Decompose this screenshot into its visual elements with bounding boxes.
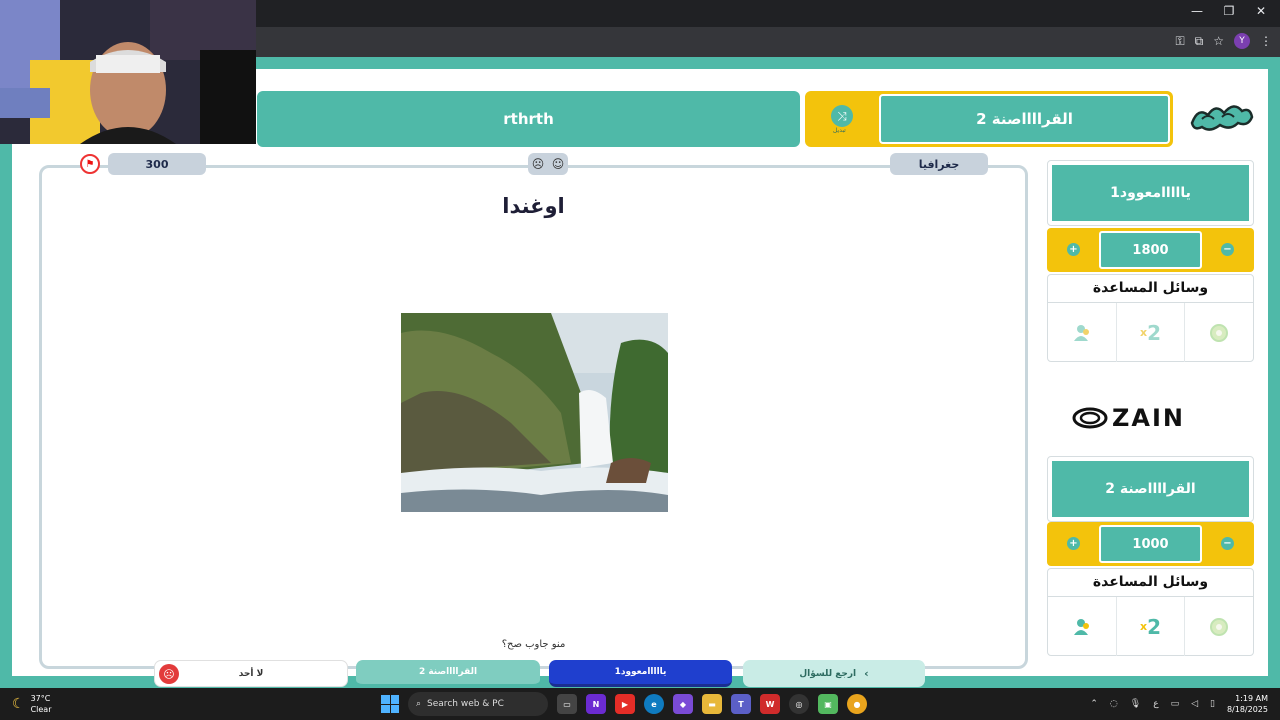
microphone-icon[interactable]: 🎙 xyxy=(1130,699,1141,709)
maximize-button[interactable]: ❐ xyxy=(1220,4,1238,18)
game-board: rthrth ⤨ تبديل القرااااصنة 2 ⚑ 300 ☹ ☺ ج… xyxy=(12,69,1268,687)
swap-label: تبديل xyxy=(833,127,846,134)
points-tag: 300 xyxy=(108,153,206,175)
question-card: ⚑ 300 ☹ ☺ جغرافيا اوغندا منو جاوب صح؟ xyxy=(39,153,1028,669)
search-placeholder: Search web & PC xyxy=(427,699,504,709)
clock-time: 1:19 AM xyxy=(1235,694,1268,703)
close-button[interactable]: ✕ xyxy=(1252,4,1270,18)
team2-name: القرااااصنة 2 xyxy=(1052,461,1249,517)
team2-helps: وسائل المساعدة x2 xyxy=(1047,568,1254,656)
helps-title: وسائل المساعدة xyxy=(1048,275,1253,303)
volume-icon[interactable]: ◁ xyxy=(1191,699,1198,709)
timer-icon[interactable] xyxy=(1184,597,1253,656)
language-indicator[interactable]: ع xyxy=(1153,699,1158,709)
decrease-score-button[interactable]: − xyxy=(1221,537,1234,550)
weather-condition: Clear xyxy=(30,705,52,714)
answer-none-button[interactable]: ☹ لا أحد xyxy=(154,660,348,687)
chat-app-icon[interactable]: ▣ xyxy=(818,694,838,714)
sync-icon[interactable]: ◌ xyxy=(1110,699,1118,709)
network-icon[interactable]: ▭ xyxy=(1171,699,1180,709)
increase-score-button[interactable]: + xyxy=(1067,243,1080,256)
decrease-score-button[interactable]: − xyxy=(1221,243,1234,256)
windows-start-icon[interactable] xyxy=(381,695,399,713)
menu-icon[interactable]: ⋮ xyxy=(1260,34,1272,48)
team-right-banner: ⤨ تبديل القرااااصنة 2 xyxy=(805,91,1173,147)
person-help-icon[interactable] xyxy=(1048,303,1116,362)
zain-logo: ZAIN xyxy=(1072,404,1185,432)
team2-score: 1000 xyxy=(1099,525,1202,563)
taskbar-search[interactable]: ⌕ Search web & PC xyxy=(408,692,548,716)
increase-score-button[interactable]: + xyxy=(1067,537,1080,550)
person-help-icon[interactable] xyxy=(1048,597,1116,656)
team1-score: 1800 xyxy=(1099,231,1202,269)
helps-title: وسائل المساعدة xyxy=(1048,569,1253,597)
file-explorer-icon[interactable]: ▬ xyxy=(702,694,722,714)
copilot-icon[interactable]: ◆ xyxy=(673,694,693,714)
back-label: ارجع للسؤال xyxy=(799,668,857,679)
key-icon[interactable]: ⚿ xyxy=(1176,34,1185,49)
chrome-icon[interactable]: ● xyxy=(847,694,867,714)
obs-icon[interactable]: ◎ xyxy=(789,694,809,714)
chevron-left-icon: ‹ xyxy=(864,667,869,680)
team-left-banner: rthrth xyxy=(257,91,800,147)
windows-taskbar: ☾ 37°C Clear ⌕ Search web & PC ▭ N ▶ e ◆… xyxy=(0,688,1280,720)
cast-icon[interactable]: ⧉ xyxy=(1195,34,1204,49)
clock-date: 8/18/2025 xyxy=(1226,705,1268,714)
team1-score-row: + 1800 − xyxy=(1047,228,1254,272)
nzxt-icon[interactable]: N xyxy=(586,694,606,714)
answer-team1-button[interactable]: يااااامعوود1 xyxy=(549,660,732,687)
question-image-waterfall xyxy=(401,313,668,512)
category-tag: جغرافيا xyxy=(890,153,988,175)
reaction-toggle[interactable]: ☹ ☺ xyxy=(528,153,568,175)
team2-name-card: القرااااصنة 2 xyxy=(1047,456,1254,522)
task-view-icon[interactable]: ▭ xyxy=(557,694,577,714)
teams-icon[interactable]: T xyxy=(731,694,751,714)
report-flag-icon[interactable]: ⚑ xyxy=(80,154,100,174)
chevron-up-icon[interactable]: ⌃ xyxy=(1090,699,1098,709)
taskbar-apps: ⌕ Search web & PC ▭ N ▶ e ◆ ▬ T W ◎ ▣ ● xyxy=(381,692,867,716)
team1-helps: وسائل المساعدة x2 xyxy=(1047,274,1254,362)
clock[interactable]: 1:19 AM 8/18/2025 xyxy=(1227,693,1268,715)
window-controls: — ❐ ✕ xyxy=(1188,4,1270,18)
back-to-question-button[interactable]: ارجع للسؤال ‹ xyxy=(743,660,925,687)
wps-icon[interactable]: W xyxy=(760,694,780,714)
happy-face-icon[interactable]: ☺ xyxy=(552,157,565,171)
sad-face-icon[interactable]: ☹ xyxy=(532,157,545,171)
zain-wordmark: ZAIN xyxy=(1112,404,1185,432)
question-title: اوغندا xyxy=(502,194,565,218)
game-page: rthrth ⤨ تبديل القرااااصنة 2 ⚑ 300 ☹ ☺ ج… xyxy=(0,57,1280,688)
youtube-icon[interactable]: ▶ xyxy=(615,694,635,714)
game-logo xyxy=(1190,105,1254,131)
profile-avatar[interactable]: Y xyxy=(1234,33,1250,49)
search-icon: ⌕ xyxy=(416,699,422,709)
answer-team2-button[interactable]: القرااااصنة 2 xyxy=(356,660,540,687)
battery-icon[interactable]: ▯ xyxy=(1210,699,1215,709)
swap-turn-icon[interactable]: ⤨ xyxy=(831,105,853,127)
sad-face-icon: ☹ xyxy=(159,664,179,684)
who-answered-label: منو جاوب صح؟ xyxy=(501,639,566,650)
system-tray: ⌃ ◌ 🎙 ع ▭ ◁ ▯ 1:19 AM 8/18/2025 xyxy=(1090,693,1268,715)
minimize-button[interactable]: — xyxy=(1188,4,1206,18)
weather-widget[interactable]: ☾ 37°C Clear xyxy=(12,693,51,715)
team2-score-row: + 1000 − xyxy=(1047,522,1254,566)
star-icon[interactable]: ☆ xyxy=(1213,34,1224,48)
timer-icon[interactable] xyxy=(1184,303,1253,362)
moon-icon: ☾ xyxy=(12,695,25,712)
edge-icon[interactable]: e xyxy=(644,694,664,714)
double-icon[interactable]: x2 xyxy=(1115,303,1185,362)
webcam-overlay xyxy=(0,0,256,144)
temperature: 37°C xyxy=(30,694,51,703)
double-icon[interactable]: x2 xyxy=(1115,597,1185,656)
team-right-name: القرااااصنة 2 xyxy=(879,94,1170,144)
answer-none-label: لا أحد xyxy=(238,668,264,679)
team1-name: يااااامعوود1 xyxy=(1052,165,1249,221)
team1-name-card: يااااامعوود1 xyxy=(1047,160,1254,226)
